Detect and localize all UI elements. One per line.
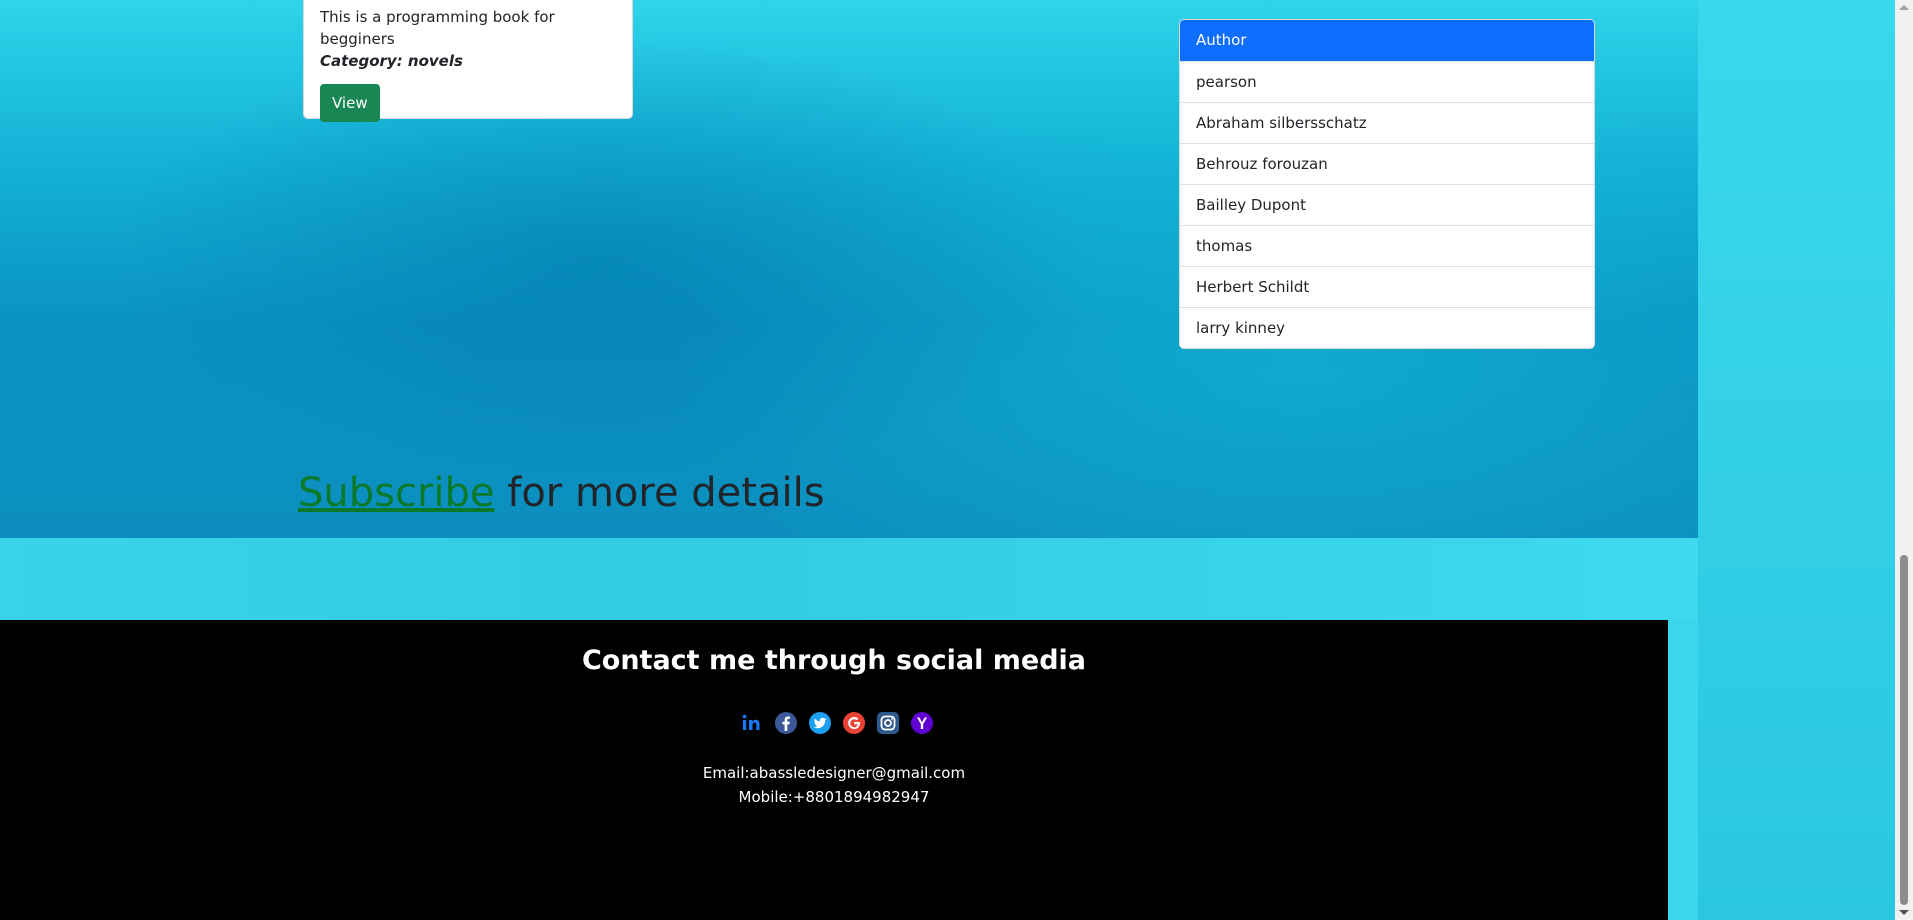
instagram-icon[interactable] — [876, 711, 900, 735]
footer: Contact me through social media Email:ab… — [0, 620, 1668, 920]
book-description: This is a programming book for begginers — [320, 8, 555, 48]
view-button[interactable]: View — [320, 84, 380, 122]
social-icons — [740, 710, 934, 736]
facebook-icon[interactable] — [774, 711, 798, 735]
footer-title: Contact me through social media — [581, 645, 1087, 676]
strip-background — [0, 538, 1698, 620]
author-item[interactable]: Bailley Dupont — [1180, 184, 1594, 225]
book-card: This is a programming book for begginers… — [303, 0, 633, 122]
subscribe-link[interactable]: Subscribe — [298, 470, 495, 516]
author-item[interactable]: thomas — [1180, 225, 1594, 266]
scroll-thumb[interactable] — [1900, 555, 1908, 905]
right-background — [1698, 0, 1895, 920]
scroll-down-icon[interactable] — [1899, 910, 1909, 915]
book-category: Category: novels — [320, 52, 463, 70]
subscribe-heading: Subscribe for more details — [298, 468, 825, 518]
vertical-scrollbar[interactable] — [1895, 0, 1913, 920]
author-item[interactable]: pearson — [1180, 61, 1594, 102]
author-list-heading: Author — [1180, 20, 1594, 61]
google-icon[interactable] — [842, 711, 866, 735]
subscribe-text: for more details — [494, 470, 825, 516]
yahoo-icon[interactable] — [910, 711, 934, 735]
author-item[interactable]: Behrouz forouzan — [1180, 143, 1594, 184]
scroll-up-icon[interactable] — [1899, 5, 1909, 10]
author-item[interactable]: larry kinney — [1180, 307, 1594, 348]
author-list: Author pearson Abraham silbersschatz Beh… — [1179, 19, 1595, 349]
twitter-icon[interactable] — [808, 711, 832, 735]
linkedin-icon[interactable] — [740, 711, 764, 735]
contact-mobile: Mobile:+8801894982947 — [738, 788, 930, 806]
author-item[interactable]: Abraham silbersschatz — [1180, 102, 1594, 143]
author-item[interactable]: Herbert Schildt — [1180, 266, 1594, 307]
contact-email: Email:abassledesigner@gmail.com — [702, 764, 966, 782]
